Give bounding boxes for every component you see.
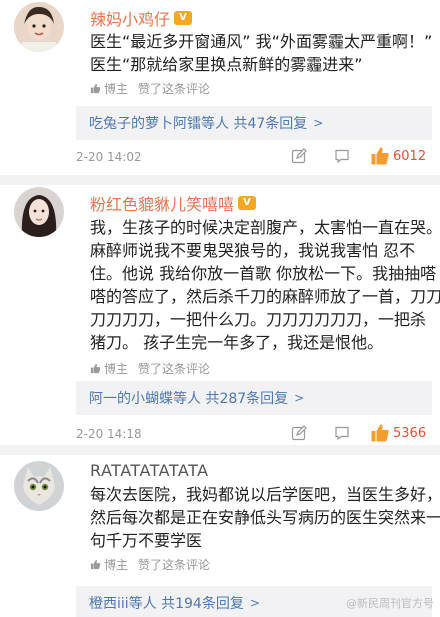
chevron-right-icon: > xyxy=(249,596,260,610)
author-label: 博主 xyxy=(104,558,129,572)
comment-text: 我，生孩子的时候决定剖腹产，太害怕一直在哭。 麻醉师说我不要鬼哭狼号的，我说我害… xyxy=(90,216,440,354)
comment-footer: 2-20 14:02 6012 xyxy=(0,146,440,170)
comment-text: 医生“最近多开窗通风” 我“外面雾霾太严重啊！” 医生“那就给家里换点新鲜的雾霾… xyxy=(90,30,432,76)
liked-label: 赞了这条评论 xyxy=(138,362,211,376)
comment-line: 句千万不要学医 xyxy=(90,531,203,550)
chevron-right-icon: > xyxy=(313,116,324,130)
author-label: 博主 xyxy=(104,362,129,376)
author-label: 博主 xyxy=(104,82,129,96)
comment-line: 刀刀刀刀，一把什么刀。刀刀刀刀刀刀，一把杀 xyxy=(90,310,427,329)
comment-text: 每次去医院，我妈都说以后学医吧，当医生多好， 然后每次都是正在安静低头写病历的医… xyxy=(90,483,440,552)
divider xyxy=(0,445,440,455)
replies-link[interactable]: 吃兔子的萝卜阿镭等人 共47条回复 > xyxy=(76,106,432,140)
thumb-up-icon xyxy=(90,559,101,570)
liked-label: 赞了这条评论 xyxy=(138,82,211,96)
avatar[interactable] xyxy=(14,461,64,511)
comment-line: 我，生孩子的时候决定剖腹产，太害怕一直在哭。 xyxy=(90,218,440,237)
comment-line: 嗒的答应了，然后杀千刀的麻醉师放了一首，刀刀 xyxy=(90,287,440,306)
comment-line: 每次去医院，我妈都说以后学医吧，当医生多好， xyxy=(90,485,440,504)
like-icon[interactable] xyxy=(370,146,390,166)
author-liked-note: 博主 赞了这条评论 xyxy=(90,360,210,377)
watermark-text: @新民周刊官方号 xyxy=(346,597,434,610)
like-count: 5366 xyxy=(393,425,427,441)
edit-icon[interactable] xyxy=(291,425,307,441)
like-icon[interactable] xyxy=(370,423,390,443)
like-button[interactable]: 6012 xyxy=(370,146,426,166)
edit-icon[interactable] xyxy=(291,148,307,164)
comment-line: 麻醉师说我不要鬼哭狼号的，我说我害怕 忍不 xyxy=(90,241,416,260)
replies-text[interactable]: 吃兔子的萝卜阿镭等人 共47条回复 xyxy=(89,113,307,133)
username[interactable]: 粉红色貔貅儿笑嘻嘻 V xyxy=(90,191,257,215)
username-text[interactable]: RATATATATATA xyxy=(90,461,209,480)
timestamp: 2-20 14:18 xyxy=(76,427,142,441)
comment-line: 医生“最近多开窗通风” 我“外面雾霾太严重啊！” xyxy=(90,32,433,51)
thumb-up-icon xyxy=(90,83,101,94)
vip-icon: V xyxy=(238,196,257,210)
watermark: @新民周刊官方号 xyxy=(346,595,434,611)
avatar[interactable] xyxy=(14,187,64,237)
like-button[interactable]: 5366 xyxy=(370,423,426,443)
username-text[interactable]: 粉红色貔貅儿笑嘻嘻 xyxy=(90,191,234,215)
liked-label: 赞了这条评论 xyxy=(138,558,211,572)
thumb-up-icon xyxy=(90,363,101,374)
comment-icon[interactable] xyxy=(334,425,350,441)
replies-link[interactable]: 阿一的小蝴蝶等人 共287条回复 > xyxy=(76,381,432,415)
vip-icon: V xyxy=(174,11,193,25)
username-text[interactable]: 辣妈小鸡仔 xyxy=(90,6,170,30)
comment-footer: 2-20 14:18 5366 xyxy=(0,423,440,447)
comment-line: 医生“那就给家里换点新鲜的雾霾进来” xyxy=(90,55,363,74)
replies-text[interactable]: 阿一的小蝴蝶等人 共287条回复 xyxy=(89,388,288,408)
timestamp: 2-20 14:02 xyxy=(76,150,142,164)
avatar[interactable] xyxy=(14,2,64,52)
replies-text[interactable]: 橙西iii等人 共194条回复 xyxy=(89,593,244,613)
comment-line: 住。他说 我给你放一首歌 你放松一下。我抽抽嗒 xyxy=(90,264,437,283)
divider xyxy=(0,175,440,185)
comment-line: 然后每次都是正在安静低头写病历的医生突然来一 xyxy=(90,508,440,527)
author-liked-note: 博主 赞了这条评论 xyxy=(90,80,210,97)
author-liked-note: 博主 赞了这条评论 xyxy=(90,556,210,573)
like-count: 6012 xyxy=(393,148,427,164)
chevron-right-icon: > xyxy=(294,391,305,405)
username[interactable]: 辣妈小鸡仔 V xyxy=(90,6,193,30)
username[interactable]: RATATATATATA xyxy=(90,461,209,480)
comment-line: 猪刀。 孩子生完一年多了，我还是恨他。 xyxy=(90,333,384,352)
comment-icon[interactable] xyxy=(334,148,350,164)
